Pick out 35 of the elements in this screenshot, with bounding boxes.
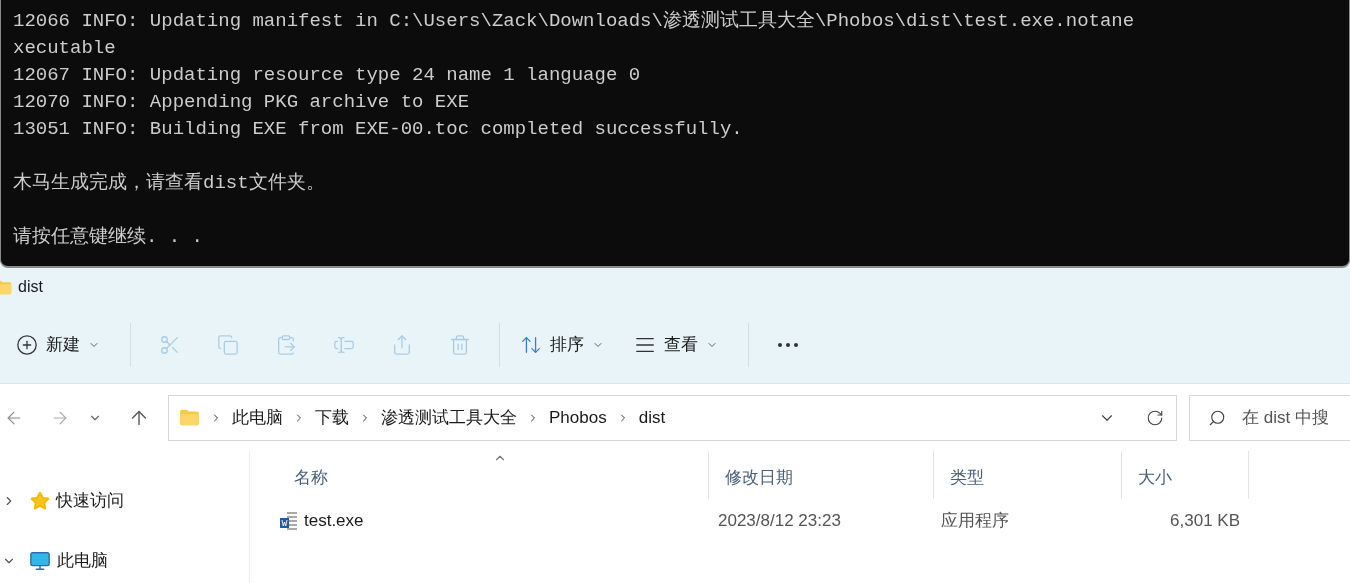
search-field[interactable]: 在 dist 中搜 — [1189, 394, 1350, 441]
column-header[interactable]: 名称 — [278, 451, 708, 499]
breadcrumb-item[interactable]: 渗透测试工具大全 — [381, 404, 517, 431]
terminal-message: 木马生成完成，请查看dist文件夹。 — [13, 171, 325, 196]
terminal-line: 13051 INFO: Building EXE from EXE-00.toc completed successfully. — [13, 117, 743, 142]
breadcrumb-item[interactable]: dist — [638, 404, 666, 431]
file-row[interactable]: test.exe 2023/8/12 23:23 应用程序 6,301 KB — [278, 499, 1350, 543]
terminal-message: 请按任意键继续. . . — [13, 225, 203, 250]
terminal-line: 12070 INFO: Appending PKG archive to EXE — [13, 90, 470, 115]
view-button[interactable]: 查看 — [624, 324, 728, 365]
search-icon — [1208, 408, 1226, 427]
file-date: 2023/8/12 23:23 — [717, 510, 842, 533]
terminal-line: xecutable — [13, 36, 116, 61]
refresh-icon[interactable] — [1146, 408, 1164, 427]
nav-item[interactable]: 此电脑 — [0, 531, 249, 583]
star-icon — [30, 491, 50, 511]
column-header[interactable]: 修改日期 — [708, 451, 933, 499]
sort-button[interactable]: 排序 — [510, 324, 614, 365]
address-bar[interactable]: 此电脑 下载 渗透测试工具大全 Phobos dist — [168, 394, 1177, 441]
terminal-line: 12067 INFO: Updating resource type 24 name 1 language 0 — [13, 63, 641, 88]
window-title: dist — [18, 277, 43, 297]
nav-item[interactable]: 快速访问 — [0, 471, 249, 531]
breadcrumb-item[interactable]: Phobos — [549, 404, 607, 431]
file-type: 应用程序 — [940, 510, 1010, 533]
monitor-icon — [29, 550, 51, 572]
breadcrumb-item[interactable]: 下载 — [315, 404, 349, 431]
folder-icon — [0, 279, 12, 295]
document-icon — [280, 511, 298, 531]
file-size: 6,301 KB — [1169, 510, 1241, 533]
terminal-line: 12066 INFO: Updating manifest in C:\Users\Zack\Downloads\渗透测试工具大全\Phobos\dist\test.exe.notane — [13, 9, 1135, 34]
column-header[interactable]: 类型 — [933, 451, 1121, 499]
breadcrumb-item[interactable]: 此电脑 — [232, 404, 283, 431]
folder-icon — [179, 409, 200, 426]
file-name: test.exe — [304, 510, 364, 533]
new-button[interactable]: 新建 — [6, 324, 110, 365]
